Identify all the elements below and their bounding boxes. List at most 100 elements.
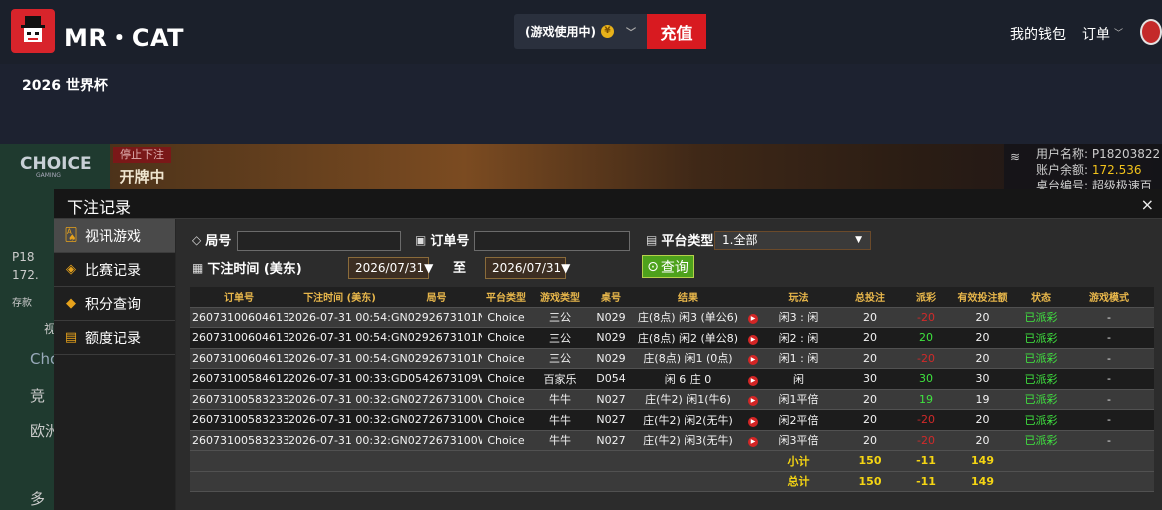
column-header: 总投注 <box>835 287 905 308</box>
query-button[interactable]: ⊙ 查询 <box>642 255 694 278</box>
game-type-cell: 牛牛 <box>530 389 590 410</box>
play-icon[interactable]: ▶ <box>748 437 758 448</box>
tag-icon: ◇ <box>192 232 202 247</box>
modal-title: 下注记录 <box>67 198 132 217</box>
platform-type-cell: Choice <box>482 327 530 349</box>
orders-menu[interactable]: 订单 <box>1082 24 1110 44</box>
grandtotal-payout: -11 <box>905 471 947 492</box>
event-title[interactable]: 2026 世界杯 <box>22 75 108 95</box>
game-type-cell: 牛牛 <box>530 409 590 431</box>
query-label: 查询 <box>660 259 689 276</box>
valid-bet-cell: 20 <box>947 348 1018 369</box>
order-number-cell: 260731006046136 <box>190 307 288 328</box>
column-header <box>744 287 762 308</box>
avatar[interactable] <box>1140 19 1162 45</box>
bet-time-cell: 2026-07-31 00:54:27 <box>288 307 391 328</box>
replay-cell: ▶ <box>744 389 762 410</box>
caret-down-icon: ▼ <box>855 235 862 245</box>
subtotal-label: 小计 <box>762 450 835 472</box>
game-type-cell: 三公 <box>530 327 590 349</box>
play-icon[interactable]: ▶ <box>748 375 758 386</box>
order-number-cell: 260731005846124 <box>190 368 288 390</box>
payout-cell: 20 <box>905 327 947 349</box>
table-row[interactable]: 2607310060461342026-07-31 00:54:27GN0292… <box>190 348 1154 369</box>
bet-option-cell: 闲2 : 闲 <box>762 327 835 349</box>
table-number-cell: D054 <box>590 368 632 390</box>
total-bet-cell: 30 <box>835 368 905 390</box>
records-table-wrap: 订单号 下注时间 (美东) 局号 平台类型 游戏类型 桌号 结果 玩法 总投注 派彩 有效投注额 状态… <box>190 287 1154 492</box>
search-icon: ⊙ <box>647 258 659 275</box>
subtotal-row: 小计 150 -11 149 <box>190 450 1154 472</box>
sidebar-item-live-games[interactable]: 🂡 视讯游戏 <box>54 219 175 253</box>
sidebar: 🂡 视讯游戏 ◈ 比赛记录 ◆ 积分查询 ▤ 额度记录 <box>54 219 175 510</box>
content-area: ◇ 局号 ▣ 订单号 ▤ 平台类型 1.全部 ▼ ▦ 下注时间 (美东) 202… <box>176 219 1162 510</box>
close-icon[interactable]: × <box>1141 195 1154 214</box>
table-number-cell: N029 <box>590 348 632 369</box>
empty-cell <box>590 450 632 472</box>
choice-logo: CHOICE <box>20 154 92 174</box>
play-icon[interactable]: ▶ <box>748 396 758 407</box>
to-label: 至 <box>453 261 467 276</box>
total-bet-cell: 20 <box>835 307 905 328</box>
platform-select[interactable]: 1.全部 ▼ <box>714 231 871 250</box>
table-row[interactable]: 2607310060461362026-07-31 00:54:27GN0292… <box>190 307 1154 328</box>
sidebar-item-points[interactable]: ◆ 积分查询 <box>54 287 175 321</box>
payout-cell: -20 <box>905 409 947 431</box>
time-label: 下注时间 (美东) <box>207 262 302 277</box>
table-header-row: 订单号 下注时间 (美东) 局号 平台类型 游戏类型 桌号 结果 玩法 总投注 派彩 有效投注额 状态… <box>190 287 1154 308</box>
table-row[interactable]: 2607310058323352026-07-31 00:32:22GN0272… <box>190 409 1154 431</box>
platform-type-cell: Choice <box>482 348 530 369</box>
play-icon[interactable]: ▶ <box>748 416 758 427</box>
subtotal-total: 150 <box>835 450 905 472</box>
table-row[interactable]: 2607310060461352026-07-31 00:54:27GN0292… <box>190 327 1154 349</box>
play-icon[interactable]: ▶ <box>748 334 758 345</box>
total-bet-cell: 20 <box>835 409 905 431</box>
bet-option-cell: 闲1平倍 <box>762 389 835 410</box>
sidebar-item-label: 视讯游戏 <box>85 228 141 245</box>
ticket-icon: ◈ <box>66 262 76 277</box>
brand-name[interactable]: MR・CAT <box>64 18 184 53</box>
wallet-link[interactable]: 我的钱包 <box>1010 24 1066 44</box>
play-icon[interactable]: ▶ <box>748 355 758 366</box>
date-from-picker[interactable]: 2026/07/31▼ <box>348 257 433 279</box>
coin-icon: ¥ <box>600 25 614 38</box>
grandtotal-total: 150 <box>835 471 905 492</box>
grandtotal-row: 总计 150 -11 149 <box>190 471 1154 492</box>
caret-down-icon: ▼ <box>561 261 571 275</box>
replay-cell: ▶ <box>744 430 762 451</box>
table-row[interactable]: 2607310058323342026-07-31 00:32:22GN0272… <box>190 430 1154 451</box>
table-row[interactable]: 2607310058323362026-07-31 00:32:22GN0272… <box>190 389 1154 410</box>
chevron-down-icon: ﹀ <box>1114 29 1124 39</box>
bet-time-cell: 2026-07-31 00:32:22 <box>288 389 391 410</box>
order-number-cell: 260731005832334 <box>190 430 288 451</box>
empty-cell <box>530 471 590 492</box>
table-row[interactable]: 2607310058461242026-07-31 00:33:51GD0542… <box>190 368 1154 390</box>
sidebar-item-label: 比赛记录 <box>85 262 141 279</box>
sidebar-item-match-records[interactable]: ◈ 比赛记录 <box>54 253 175 287</box>
bet-option-cell: 闲2平倍 <box>762 409 835 431</box>
empty-cell <box>744 450 762 472</box>
round-number-cell: GN0292673101N <box>391 327 482 349</box>
top-bar: MR・CAT (游戏使用中) ¥ ﹀ 充值 我的钱包 订单 ﹀ <box>0 0 1162 64</box>
logo-icon[interactable] <box>11 9 55 53</box>
round-filter-label: ◇ 局号 <box>192 230 231 250</box>
order-filter-label: ▣ 订单号 <box>415 230 469 250</box>
subtotal-valid: 149 <box>947 450 1018 472</box>
sidebar-item-credit-records[interactable]: ▤ 额度记录 <box>54 321 175 355</box>
order-input[interactable] <box>474 231 630 251</box>
game-type-cell: 百家乐 <box>530 368 590 390</box>
empty-cell <box>482 450 530 472</box>
result-cell: 庄(8点) 闲2 (单公8) <box>632 327 744 349</box>
recharge-button[interactable]: 充值 <box>647 14 706 49</box>
time-filter-label: ▦ 下注时间 (美东) <box>192 258 302 278</box>
empty-cell <box>632 471 744 492</box>
platform-type-cell: Choice <box>482 430 530 451</box>
date-to-picker[interactable]: 2026/07/31▼ <box>485 257 570 279</box>
replay-cell: ▶ <box>744 307 762 328</box>
order-number-cell: 260731006046134 <box>190 348 288 369</box>
game-status-dropdown[interactable]: (游戏使用中) ¥ ﹀ <box>514 14 648 49</box>
round-input[interactable] <box>237 231 401 251</box>
date-from-value: 2026/07/31 <box>355 261 425 275</box>
column-header: 游戏类型 <box>530 287 590 308</box>
play-icon[interactable]: ▶ <box>748 314 758 325</box>
